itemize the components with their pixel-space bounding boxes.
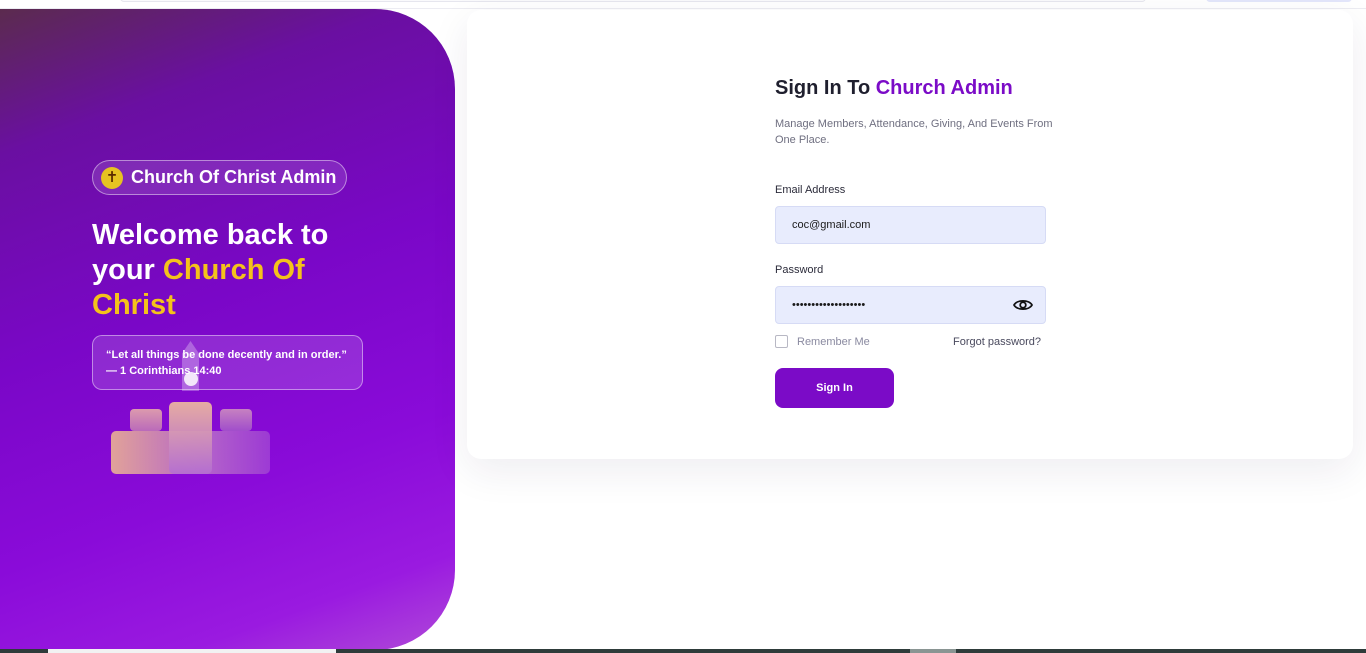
sign-in-button[interactable]: Sign In [775, 368, 894, 408]
password-field[interactable] [776, 287, 1045, 323]
login-title: Sign In To Church Admin [775, 77, 1013, 100]
toolbar-button-edge [1206, 0, 1352, 2]
forgot-password-link[interactable]: Forgot password? [953, 336, 1041, 348]
password-label: Password [775, 264, 824, 276]
welcome-headline: Welcome back to your Church Of Christ [92, 218, 392, 323]
welcome-panel: ✝ Church Of Christ Admin Welcome back to… [0, 9, 455, 650]
church-right-wing [220, 409, 252, 431]
taskbar-edge [0, 649, 1366, 653]
cross-icon: ✝ [101, 166, 123, 189]
browser-top-strip [0, 0, 1366, 9]
church-left-wing [130, 409, 162, 431]
email-field[interactable] [776, 207, 1045, 243]
brand-badge: ✝ Church Of Christ Admin [92, 160, 348, 195]
remember-me-option[interactable]: Remember Me [775, 335, 870, 348]
email-field-wrapper [775, 206, 1046, 244]
brand-name: Church Of Christ Admin [131, 167, 337, 187]
login-subtitle: Manage Members, Attendance, Giving, And … [775, 118, 1053, 146]
taskbar-item-edge [48, 649, 336, 653]
remember-me-checkbox[interactable] [775, 335, 788, 348]
title-prefix: Sign In To [775, 77, 876, 99]
taskbar-item-edge-2 [910, 649, 956, 653]
password-field-wrapper [775, 286, 1046, 324]
scripture-quote: “Let all things be done decently and in … [92, 335, 363, 390]
remember-me-label: Remember Me [797, 335, 870, 348]
eye-icon[interactable] [1013, 297, 1033, 313]
church-tower [169, 402, 212, 474]
title-accent: Church Admin [875, 77, 1013, 99]
address-bar-edge [120, 0, 1146, 2]
email-label: Email Address [775, 184, 846, 196]
